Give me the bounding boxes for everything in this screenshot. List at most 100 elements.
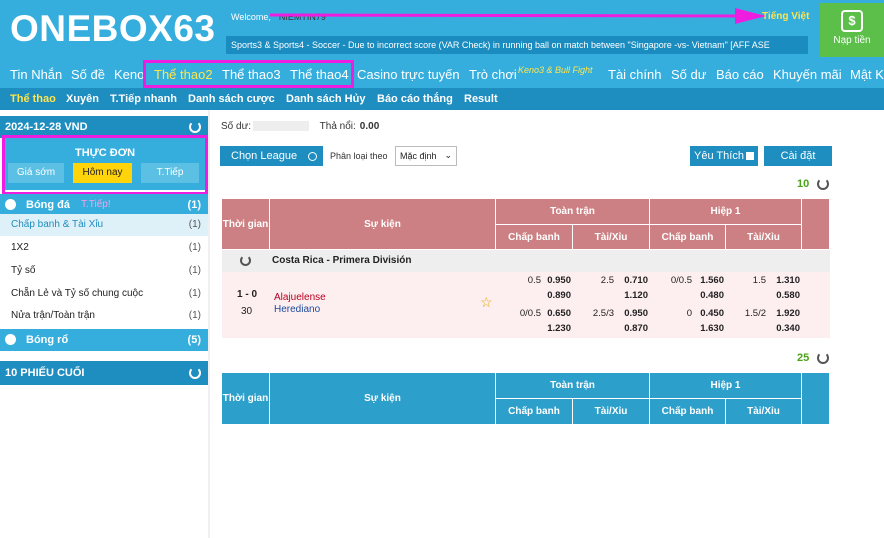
odds-table-live: Thời gian Sự kiện Toàn trận Hiệp 1 Chấp …: [222, 199, 830, 339]
odd-value[interactable]: 1.560: [694, 275, 724, 286]
odd-value[interactable]: 0.450: [694, 308, 724, 319]
nav-messages[interactable]: Tin Nhắn: [10, 67, 62, 82]
refresh-icon[interactable]: [817, 352, 829, 364]
league-row[interactable]: Costa Rica - Primera División: [222, 250, 830, 272]
header-time: Thời gian: [222, 199, 270, 250]
deposit-button[interactable]: $ Nạp tiền: [820, 3, 884, 57]
balance-line: Số dư: Thả nổi: 0.00: [221, 121, 380, 132]
header-ou: Tài/Xỉu: [573, 399, 650, 425]
odd-value[interactable]: 1.120: [618, 290, 648, 301]
outstanding-value: 0.00: [359, 121, 380, 132]
odd-value[interactable]: 0.950: [618, 308, 648, 319]
header-event: Sự kiện: [270, 199, 496, 250]
match-score: 1 - 0: [237, 289, 258, 300]
match-minute: 30: [241, 306, 253, 317]
refresh-icon[interactable]: [817, 178, 829, 190]
deposit-label: Nạp tiền: [833, 35, 871, 46]
header-full-time: Toàn trận: [496, 373, 650, 399]
circle-icon: [308, 152, 317, 161]
header-full-time: Toàn trận: [496, 199, 650, 225]
subnav-win-report[interactable]: Báo cáo thắng: [377, 93, 453, 105]
favorite-star-icon[interactable]: ☆: [480, 294, 493, 311]
header-ou-h1: Tài/Xỉu: [726, 399, 802, 425]
nav-keno[interactable]: Keno: [114, 67, 144, 82]
subnav-sports[interactable]: Thể thao: [10, 93, 56, 105]
balance-value: [253, 121, 310, 132]
chevron-down-icon: ⌄: [444, 150, 452, 160]
sidebar-football[interactable]: Bóng đá T.Tiếp! (1): [0, 194, 208, 216]
odd-value[interactable]: 0.580: [770, 290, 800, 301]
odd-value[interactable]: 0.480: [694, 290, 724, 301]
refresh-icon[interactable]: [189, 121, 201, 133]
match-row: 1 - 0 30 Alajuelense Herediano ☆ 0.5 0.9…: [222, 272, 830, 338]
football-icon: [5, 199, 16, 210]
checkbox-icon: [746, 152, 754, 160]
football-live-tag[interactable]: T.Tiếp!: [81, 194, 111, 216]
odd-value[interactable]: 0.340: [770, 323, 800, 334]
subnav-result[interactable]: Result: [464, 93, 498, 105]
logo[interactable]: ONEBOX63: [10, 8, 216, 50]
subnav-quick-live[interactable]: T.Tiếp nhanh: [110, 93, 177, 105]
header-extra: [802, 199, 830, 250]
odd-value[interactable]: 0.950: [543, 275, 571, 286]
refresh-icon[interactable]: [189, 367, 201, 379]
odd-value[interactable]: 0.890: [543, 290, 571, 301]
nav-lottery[interactable]: Số đề: [71, 67, 105, 82]
nav-report[interactable]: Báo cáo: [716, 67, 764, 82]
money-icon: $: [841, 10, 863, 32]
favorite-button[interactable]: Yêu Thích: [690, 146, 758, 166]
refresh-icon[interactable]: [240, 255, 251, 266]
header-hdp: Chấp banh: [496, 225, 573, 250]
odd-value[interactable]: 0.650: [543, 308, 571, 319]
odd-value[interactable]: 1.310: [770, 275, 800, 286]
last-10-tickets[interactable]: 10 PHIẾU CUỐI: [0, 361, 208, 385]
settings-button[interactable]: Cài đặt: [764, 146, 832, 166]
nav-games[interactable]: Trò chơi: [469, 67, 517, 82]
sidebar-item-hdp-ou[interactable]: Chấp banh & Tài Xỉu (1): [0, 214, 208, 236]
header-half-1: Hiệp 1: [650, 373, 802, 399]
header-hdp-h1: Chấp banh: [650, 399, 726, 425]
away-team: Herediano: [274, 304, 321, 315]
odd-value[interactable]: 1.230: [543, 323, 571, 334]
sidebar-item-ht-ft[interactable]: Nửa trận/Toàn trận (1): [0, 305, 208, 327]
header-ou: Tài/Xỉu: [573, 225, 650, 250]
header-hdp: Chấp banh: [496, 399, 573, 425]
odd-value[interactable]: 0.710: [618, 275, 648, 286]
nav-promotions[interactable]: Khuyến mãi: [773, 67, 842, 82]
nav-keno3-bullfight[interactable]: Keno3 & Bull Fight: [518, 65, 593, 75]
odd-value[interactable]: 1.630: [694, 323, 724, 334]
odd-value[interactable]: 1.920: [770, 308, 800, 319]
sub-nav: Thể thao Xuyên T.Tiếp nhanh Danh sách cư…: [0, 88, 884, 110]
subnav-void-list[interactable]: Danh sách Hủy: [286, 93, 365, 105]
header-time: Thời gian: [222, 373, 270, 425]
highlight-box-sports: [143, 60, 354, 88]
sort-label: Phân loại theo: [330, 151, 388, 161]
sidebar-item-correct-score[interactable]: Tỷ số (1): [0, 260, 208, 282]
header-extra: [802, 373, 830, 425]
sidebar: 2024-12-28 VND THỰC ĐƠN Giá sớm Hôm nay …: [0, 110, 208, 538]
match-count: 10: [797, 178, 810, 190]
subnav-bet-list[interactable]: Danh sách cược: [188, 93, 275, 105]
home-team: Alajuelense: [274, 292, 326, 303]
sort-select[interactable]: Mặc định ⌄: [395, 146, 457, 166]
nav-password[interactable]: Mật K: [850, 67, 884, 82]
announcement-marquee[interactable]: Sports3 & Sports4 - Soccer - Due to inco…: [226, 36, 808, 54]
nav-balance[interactable]: Số dư: [671, 67, 706, 82]
match-count: 25: [797, 352, 810, 364]
sidebar-basketball[interactable]: Bóng rổ (5): [0, 329, 208, 351]
sidebar-item-1x2[interactable]: 1X2 (1): [0, 237, 208, 259]
main-content: Số dư: Thả nổi: 0.00 Chọn League Phân loạ…: [210, 110, 884, 538]
sidebar-item-odd-even[interactable]: Chẵn Lẻ và Tỷ số chung cuộc (1): [0, 283, 208, 305]
odds-table-today: Thời gian Sự kiện Toàn trận Hiệp 1 Chấp …: [222, 373, 830, 425]
top-nav: Tin Nhắn Số đề Keno Thể thao2 Thể thao3 …: [0, 62, 884, 88]
subnav-parlay[interactable]: Xuyên: [66, 93, 99, 105]
header-half-1: Hiệp 1: [650, 199, 802, 225]
annotation-arrow: [269, 8, 766, 24]
header-ou-h1: Tài/Xỉu: [726, 225, 802, 250]
nav-finance[interactable]: Tài chính: [608, 67, 661, 82]
header-hdp-h1: Chấp banh: [650, 225, 726, 250]
nav-casino[interactable]: Casino trực tuyến: [357, 67, 460, 82]
choose-league-button[interactable]: Chọn League: [220, 146, 323, 166]
highlight-box-menu: [2, 135, 208, 195]
odd-value[interactable]: 0.870: [618, 323, 648, 334]
